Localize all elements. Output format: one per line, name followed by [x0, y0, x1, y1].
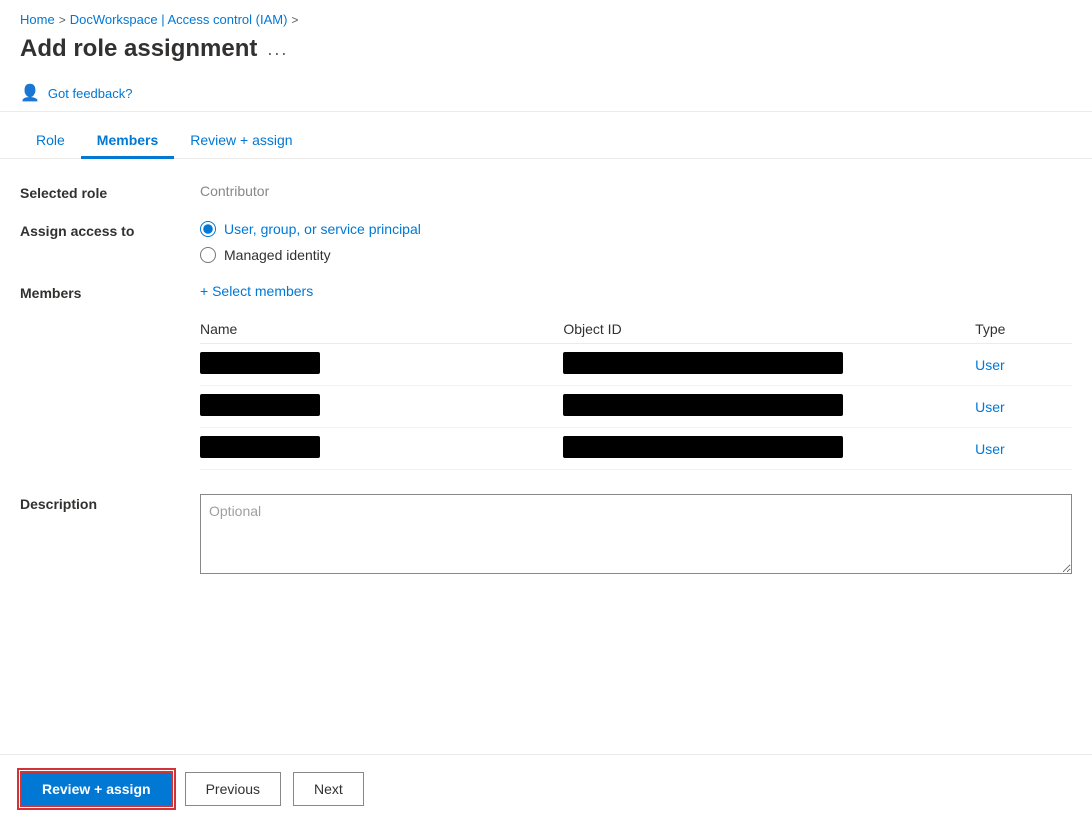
main-content: Selected role Contributor Assign access … — [0, 159, 1092, 754]
member-name-3 — [200, 428, 563, 470]
feedback-icon: 👤 — [20, 83, 40, 103]
table-row: User — [200, 386, 1072, 428]
table-row: User — [200, 344, 1072, 386]
breadcrumb: Home > DocWorkspace | Access control (IA… — [0, 0, 1092, 31]
radio-option-user[interactable]: User, group, or service principal — [200, 221, 1072, 237]
radio-managed-input[interactable] — [200, 247, 216, 263]
select-members-link[interactable]: + Select members — [200, 283, 1072, 299]
assign-access-value: User, group, or service principal Manage… — [200, 221, 1072, 263]
description-textarea[interactable] — [200, 494, 1072, 574]
selected-role-label: Selected role — [20, 183, 200, 201]
description-label: Description — [20, 494, 200, 512]
member-type-1: User — [975, 344, 1072, 386]
members-label: Members — [20, 283, 200, 301]
radio-user-input[interactable] — [200, 221, 216, 237]
members-row: Members + Select members Name Object ID … — [20, 283, 1072, 470]
feedback-link[interactable]: Got feedback? — [48, 86, 133, 101]
description-row: Description — [20, 494, 1072, 577]
contributor-value: Contributor — [200, 183, 269, 199]
breadcrumb-home[interactable]: Home — [20, 12, 55, 27]
members-value: + Select members Name Object ID Type — [200, 283, 1072, 470]
redacted-id-block-1 — [563, 352, 843, 374]
table-row: User — [200, 428, 1072, 470]
member-id-3 — [563, 428, 975, 470]
footer: Review + assign Previous Next — [0, 754, 1092, 823]
member-name-1 — [200, 344, 563, 386]
assign-access-label: Assign access to — [20, 221, 200, 239]
member-id-1 — [563, 344, 975, 386]
selected-role-row: Selected role Contributor — [20, 183, 1072, 201]
member-id-2 — [563, 386, 975, 428]
description-value — [200, 494, 1072, 577]
page-container: Home > DocWorkspace | Access control (IA… — [0, 0, 1092, 823]
member-type-2: User — [975, 386, 1072, 428]
radio-group: User, group, or service principal Manage… — [200, 221, 1072, 263]
radio-option-managed[interactable]: Managed identity — [200, 247, 1072, 263]
feedback-bar: 👤 Got feedback? — [0, 75, 1092, 112]
breadcrumb-sep2: > — [291, 13, 298, 27]
page-title-ellipsis: ... — [267, 39, 288, 60]
breadcrumb-workspace[interactable]: DocWorkspace | Access control (IAM) — [70, 12, 288, 27]
previous-button[interactable]: Previous — [185, 772, 281, 806]
redacted-id-block-2 — [563, 394, 843, 416]
tab-members[interactable]: Members — [81, 124, 174, 159]
tab-role[interactable]: Role — [20, 124, 81, 159]
breadcrumb-sep1: > — [59, 13, 66, 27]
col-header-type: Type — [975, 315, 1072, 344]
radio-managed-label: Managed identity — [224, 247, 331, 263]
members-table: Name Object ID Type User — [200, 315, 1072, 470]
assign-access-row: Assign access to User, group, or service… — [20, 221, 1072, 263]
col-header-name: Name — [200, 315, 563, 344]
radio-user-label: User, group, or service principal — [224, 221, 421, 237]
redacted-name-block-2 — [200, 394, 320, 416]
tab-review[interactable]: Review + assign — [174, 124, 308, 159]
redacted-name-block-1 — [200, 352, 320, 374]
col-header-id: Object ID — [563, 315, 975, 344]
page-title: Add role assignment — [20, 35, 257, 63]
page-header: Add role assignment ... — [0, 31, 1092, 75]
member-type-3: User — [975, 428, 1072, 470]
next-button[interactable]: Next — [293, 772, 364, 806]
member-name-2 — [200, 386, 563, 428]
review-assign-button[interactable]: Review + assign — [20, 771, 173, 807]
selected-role-value: Contributor — [200, 183, 1072, 199]
redacted-id-block-3 — [563, 436, 843, 458]
tabs-container: Role Members Review + assign — [0, 112, 1092, 159]
redacted-name-block-3 — [200, 436, 320, 458]
